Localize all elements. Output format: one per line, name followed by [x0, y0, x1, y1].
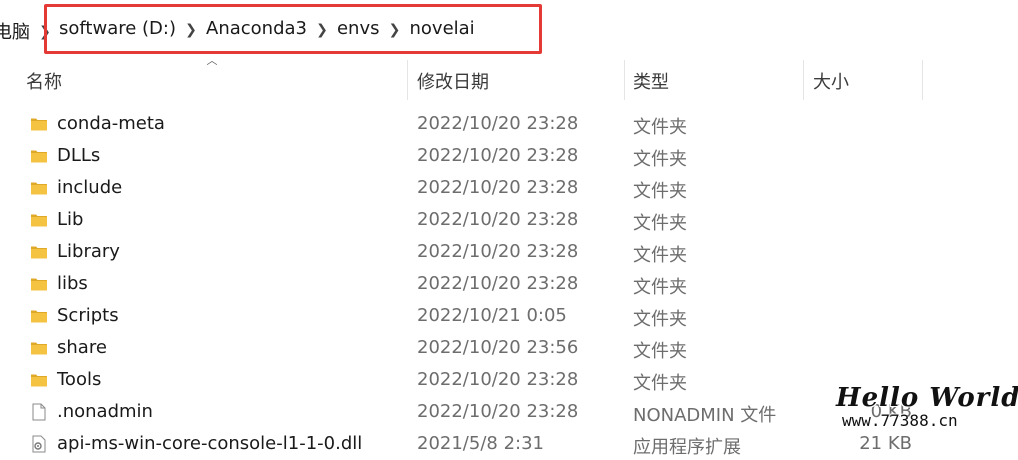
column-header-type[interactable]: 类型	[633, 68, 669, 94]
file-row[interactable]: Scripts 2022/10/21 0:05 文件夹	[0, 300, 1018, 332]
file-row[interactable]: Lib 2022/10/20 23:28 文件夹	[0, 204, 1018, 236]
folder-icon	[30, 275, 48, 293]
file-list: conda-meta 2022/10/20 23:28 文件夹 DLLs 202…	[0, 108, 1018, 460]
file-type: 文件夹	[633, 341, 687, 362]
file-name: include	[57, 177, 123, 198]
column-header-date[interactable]: 修改日期	[417, 68, 489, 94]
file-type: 文件夹	[633, 277, 687, 298]
column-header-size[interactable]: 大小	[813, 68, 849, 94]
file-name: conda-meta	[57, 113, 165, 134]
file-name: libs	[57, 273, 88, 294]
file-date: 2022/10/20 23:28	[417, 401, 579, 422]
column-divider[interactable]	[803, 60, 804, 100]
file-name: Tools	[57, 369, 102, 390]
folder-icon	[30, 243, 48, 261]
sort-caret-icon: ︿	[206, 54, 218, 67]
folder-icon	[30, 211, 48, 229]
file-type: 文件夹	[633, 149, 687, 170]
file-row[interactable]: Library 2022/10/20 23:28 文件夹	[0, 236, 1018, 268]
file-date: 2022/10/20 23:56	[417, 337, 579, 358]
breadcrumb-root-label: 电脑	[0, 22, 30, 43]
file-row[interactable]: include 2022/10/20 23:28 文件夹	[0, 172, 1018, 204]
file-name: DLLs	[57, 145, 101, 166]
folder-icon	[30, 307, 48, 325]
file-type: 文件夹	[633, 309, 687, 330]
file-row[interactable]: api-ms-win-core-console-l1-1-0.dll 2021/…	[0, 428, 1018, 460]
file-row[interactable]: .nonadmin 2022/10/20 23:28 NONADMIN 文件 0…	[0, 396, 1018, 428]
column-divider[interactable]	[922, 60, 923, 100]
file-date: 2022/10/20 23:28	[417, 177, 579, 198]
file-type: 文件夹	[633, 213, 687, 234]
file-type: 文件夹	[633, 373, 687, 394]
column-divider[interactable]	[624, 60, 625, 100]
file-icon	[30, 403, 48, 421]
folder-icon	[30, 179, 48, 197]
file-type: 文件夹	[633, 181, 687, 202]
file-type: 文件夹	[633, 117, 687, 138]
file-date: 2022/10/21 0:05	[417, 305, 567, 326]
folder-icon	[30, 115, 48, 133]
folder-icon	[30, 147, 48, 165]
file-name: Scripts	[57, 305, 119, 326]
file-type: 文件夹	[633, 245, 687, 266]
file-row[interactable]: conda-meta 2022/10/20 23:28 文件夹	[0, 108, 1018, 140]
file-date: 2022/10/20 23:28	[417, 113, 579, 134]
file-name: Lib	[57, 209, 84, 230]
folder-icon	[30, 371, 48, 389]
file-date: 2022/10/20 23:28	[417, 273, 579, 294]
file-date: 2022/10/20 23:28	[417, 241, 579, 262]
file-date: 2022/10/20 23:28	[417, 369, 579, 390]
file-row[interactable]: Tools 2022/10/20 23:28 文件夹	[0, 364, 1018, 396]
file-date: 2022/10/20 23:28	[417, 145, 579, 166]
address-bar[interactable]: 电脑 ❯ software (D:) ❯ Anaconda3 ❯ envs ❯ …	[0, 0, 1018, 59]
column-header-row	[0, 58, 1018, 102]
file-date: 2022/10/20 23:28	[417, 209, 579, 230]
folder-icon	[30, 339, 48, 357]
file-row[interactable]: DLLs 2022/10/20 23:28 文件夹	[0, 140, 1018, 172]
column-header-name[interactable]: 名称	[26, 68, 62, 94]
highlight-box	[44, 4, 542, 54]
file-type: NONADMIN 文件	[633, 405, 777, 426]
file-row[interactable]: share 2022/10/20 23:56 文件夹	[0, 332, 1018, 364]
file-name: Library	[57, 241, 120, 262]
dll-file-icon	[30, 435, 48, 453]
file-row[interactable]: libs 2022/10/20 23:28 文件夹	[0, 268, 1018, 300]
column-divider[interactable]	[407, 60, 408, 100]
file-size: 0 KB	[870, 401, 912, 422]
file-name: .nonadmin	[57, 401, 153, 422]
file-name: share	[57, 337, 107, 358]
file-type: 应用程序扩展	[633, 437, 741, 458]
